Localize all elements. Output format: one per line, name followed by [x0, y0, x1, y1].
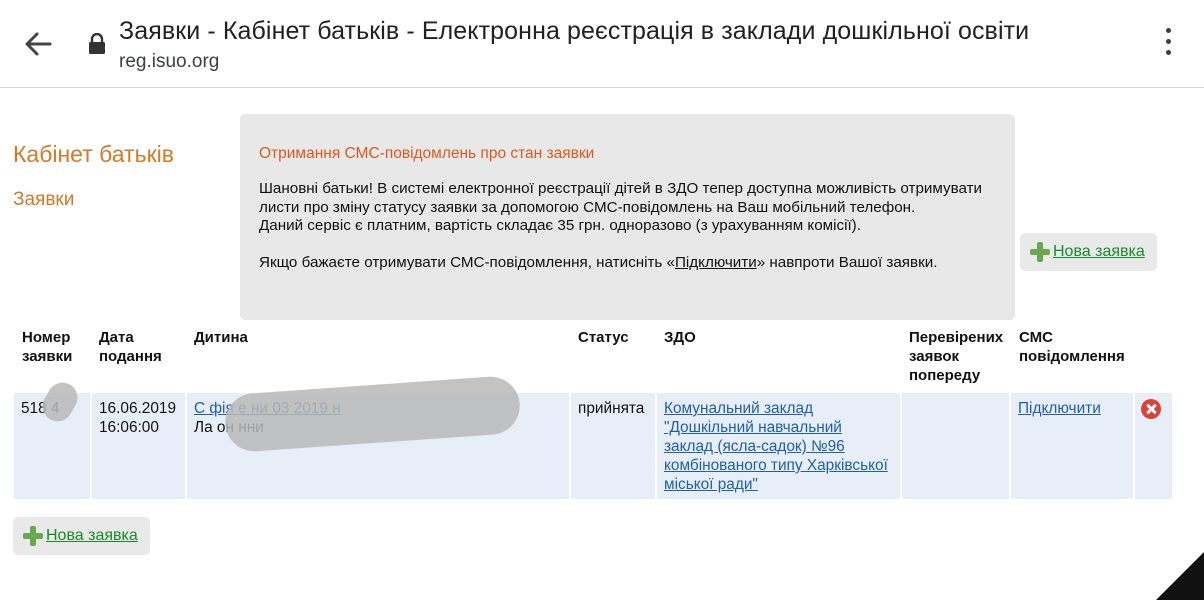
more-menu-icon[interactable]: [1158, 28, 1178, 62]
sms-connect-link[interactable]: Підключити: [1018, 400, 1101, 417]
header-number: Номер заявки: [22, 329, 73, 365]
new-request-button-top[interactable]: Нова заявка: [1020, 233, 1157, 271]
screen-corner: [1156, 552, 1204, 600]
header-child: Дитина: [194, 329, 248, 346]
notice-connect-link: Підключити: [675, 254, 757, 272]
new-request-button-bottom[interactable]: Нова заявка: [13, 517, 150, 555]
notice-title: Отримання СМС-повідомлень про стан заявк…: [259, 145, 595, 162]
plus-icon: [1030, 242, 1050, 262]
header-checked-ahead: Перевірених заявок попереду: [909, 329, 1004, 384]
cabinet-heading: Кабінет батьків: [13, 141, 174, 167]
notice-line-1: Шановні батьки! В системі електронної ре…: [259, 180, 983, 216]
requests-heading: Заявки: [13, 189, 75, 210]
notice-line-3: Якщо бажаєте отримувати СМС-повідомлення…: [259, 254, 938, 272]
lock-icon: [89, 33, 105, 54]
new-request-link[interactable]: Нова заявка: [1053, 243, 1145, 261]
cell-date: 16.06.2019 16:06:00: [92, 393, 185, 499]
back-arrow-icon[interactable]: [20, 28, 56, 60]
sms-notice-box: Отримання СМС-повідомлень про стан заявк…: [240, 114, 1015, 320]
new-request-link[interactable]: Нова заявка: [46, 527, 138, 545]
header-date: Дата подання: [99, 329, 162, 365]
url-text[interactable]: reg.isuo.org: [119, 51, 219, 73]
page-title: Заявки - Кабінет батьків - Електронна ре…: [119, 17, 1030, 45]
cell-checked-ahead: [902, 393, 1009, 499]
notice-line-2: Даний сервіс є платним, вартість складає…: [259, 217, 861, 235]
header-sms: СМС повідомлення: [1019, 329, 1125, 365]
cell-zdo[interactable]: Комунальний заклад "Дошкільний навчальни…: [657, 393, 900, 499]
browser-toolbar: Заявки - Кабінет батьків - Електронна ре…: [0, 0, 1204, 88]
table-row: 518 4 16.06.2019 16:06:00 С фія е ни 03 …: [14, 393, 1172, 499]
zdo-link[interactable]: Комунальний заклад "Дошкільний навчальни…: [664, 400, 888, 493]
cell-sms[interactable]: Підключити: [1011, 393, 1133, 499]
header-status: Статус: [578, 329, 629, 346]
header-zdo: ЗДО: [664, 329, 696, 346]
cell-status: прийнята: [571, 393, 655, 499]
delete-icon[interactable]: [1141, 399, 1161, 419]
plus-icon: [23, 526, 43, 546]
notice-body: Шановні батьки! В системі електронної ре…: [259, 180, 999, 273]
